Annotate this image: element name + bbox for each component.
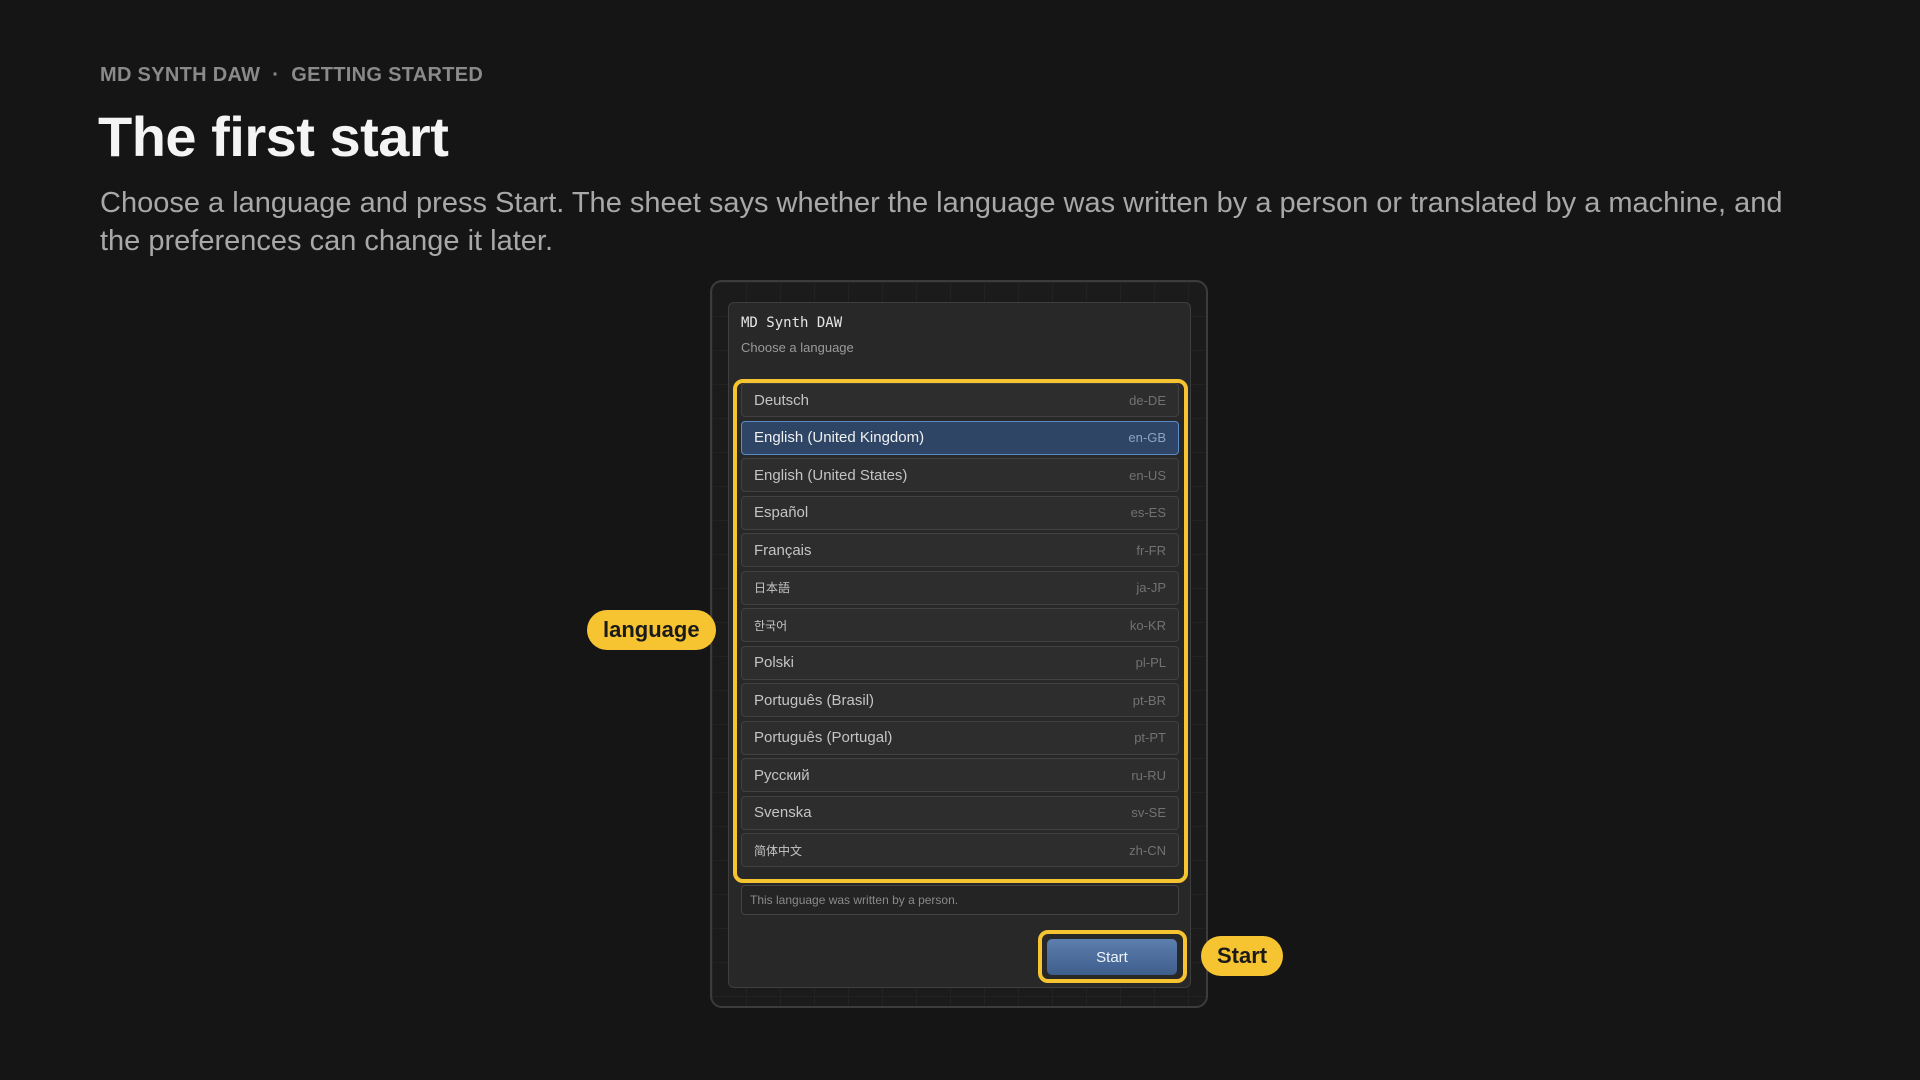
language-name: Français [754, 541, 812, 559]
sheet-title: MD Synth DAW [741, 315, 843, 331]
language-source-note: This language was written by a person. [741, 885, 1179, 915]
language-option[interactable]: English (United Kingdom) en-GB [741, 420, 1179, 455]
breadcrumb-section: GETTING STARTED [291, 64, 484, 86]
language-name: 简体中文 [754, 843, 803, 858]
page-title: The first start [98, 105, 449, 168]
language-name: Português (Brasil) [754, 691, 875, 709]
language-code: de-DE [1129, 392, 1166, 408]
sheet-subtitle: Choose a language [741, 340, 854, 355]
language-callout: language [587, 610, 716, 650]
language-option[interactable]: Polski pl-PL [741, 645, 1179, 680]
language-option[interactable]: Svenska sv-SE [741, 795, 1179, 830]
page-description: Choose a language and press Start. The s… [100, 187, 1783, 257]
language-code: zh-CN [1129, 842, 1166, 858]
breadcrumb-app: MD SYNTH DAW [100, 64, 261, 86]
language-code: es-ES [1130, 505, 1166, 520]
language-name: Português (Portugal) [754, 729, 893, 746]
language-name: Deutsch [754, 391, 810, 409]
language-name: Polski [754, 654, 795, 671]
language-code: ko-KR [1129, 617, 1166, 633]
language-option[interactable]: 日本語 ja-JP [741, 570, 1179, 605]
language-list: Deutsch de-DE English (United Kingdom) en-G… [741, 383, 1179, 867]
language-option[interactable]: English (United States) en-US [741, 458, 1179, 492]
language-option[interactable]: Español es-ES [741, 495, 1179, 530]
language-name: 日本語 [754, 581, 791, 595]
language-code: pt-PT [1134, 730, 1166, 745]
language-name: 한국어 [754, 618, 788, 633]
language-name: English (United Kingdom) [754, 429, 925, 446]
breadcrumb-separator: · [272, 64, 280, 86]
language-code: fr-FR [1136, 542, 1166, 558]
language-code: ru-RU [1131, 767, 1166, 783]
language-code: ja-JP [1136, 580, 1166, 595]
language-sheet: MD Synth DAW Choose a language Deutsch de… [728, 302, 1191, 988]
language-option[interactable]: Русский ru-RU [741, 758, 1179, 792]
language-code: en-GB [1128, 430, 1166, 445]
start-callout: Start [1201, 936, 1284, 976]
language-option[interactable]: Français fr-FR [741, 533, 1179, 567]
language-name: Русский [754, 766, 810, 784]
language-name: Svenska [754, 804, 812, 821]
language-code: pl-PL [1135, 655, 1166, 670]
language-option[interactable]: Deutsch de-DE [741, 383, 1179, 417]
language-code: sv-SE [1131, 805, 1166, 820]
language-option[interactable]: Português (Brasil) pt-BR [741, 683, 1179, 717]
start-button[interactable]: Start [1047, 939, 1177, 975]
language-name: English (United States) [754, 466, 908, 484]
language-option[interactable]: 简体中文 zh-CN [741, 833, 1179, 867]
page: MD SYNTH DAW · GETTING STARTED The first… [0, 0, 1920, 1080]
language-option[interactable]: Português (Portugal) pt-PT [741, 720, 1179, 755]
language-code: pt-BR [1132, 692, 1166, 708]
language-name: Español [754, 504, 809, 521]
language-option[interactable]: 한국어 ko-KR [741, 608, 1179, 642]
breadcrumb: MD SYNTH DAW · GETTING STARTED [100, 64, 483, 87]
language-code: en-US [1129, 467, 1166, 483]
